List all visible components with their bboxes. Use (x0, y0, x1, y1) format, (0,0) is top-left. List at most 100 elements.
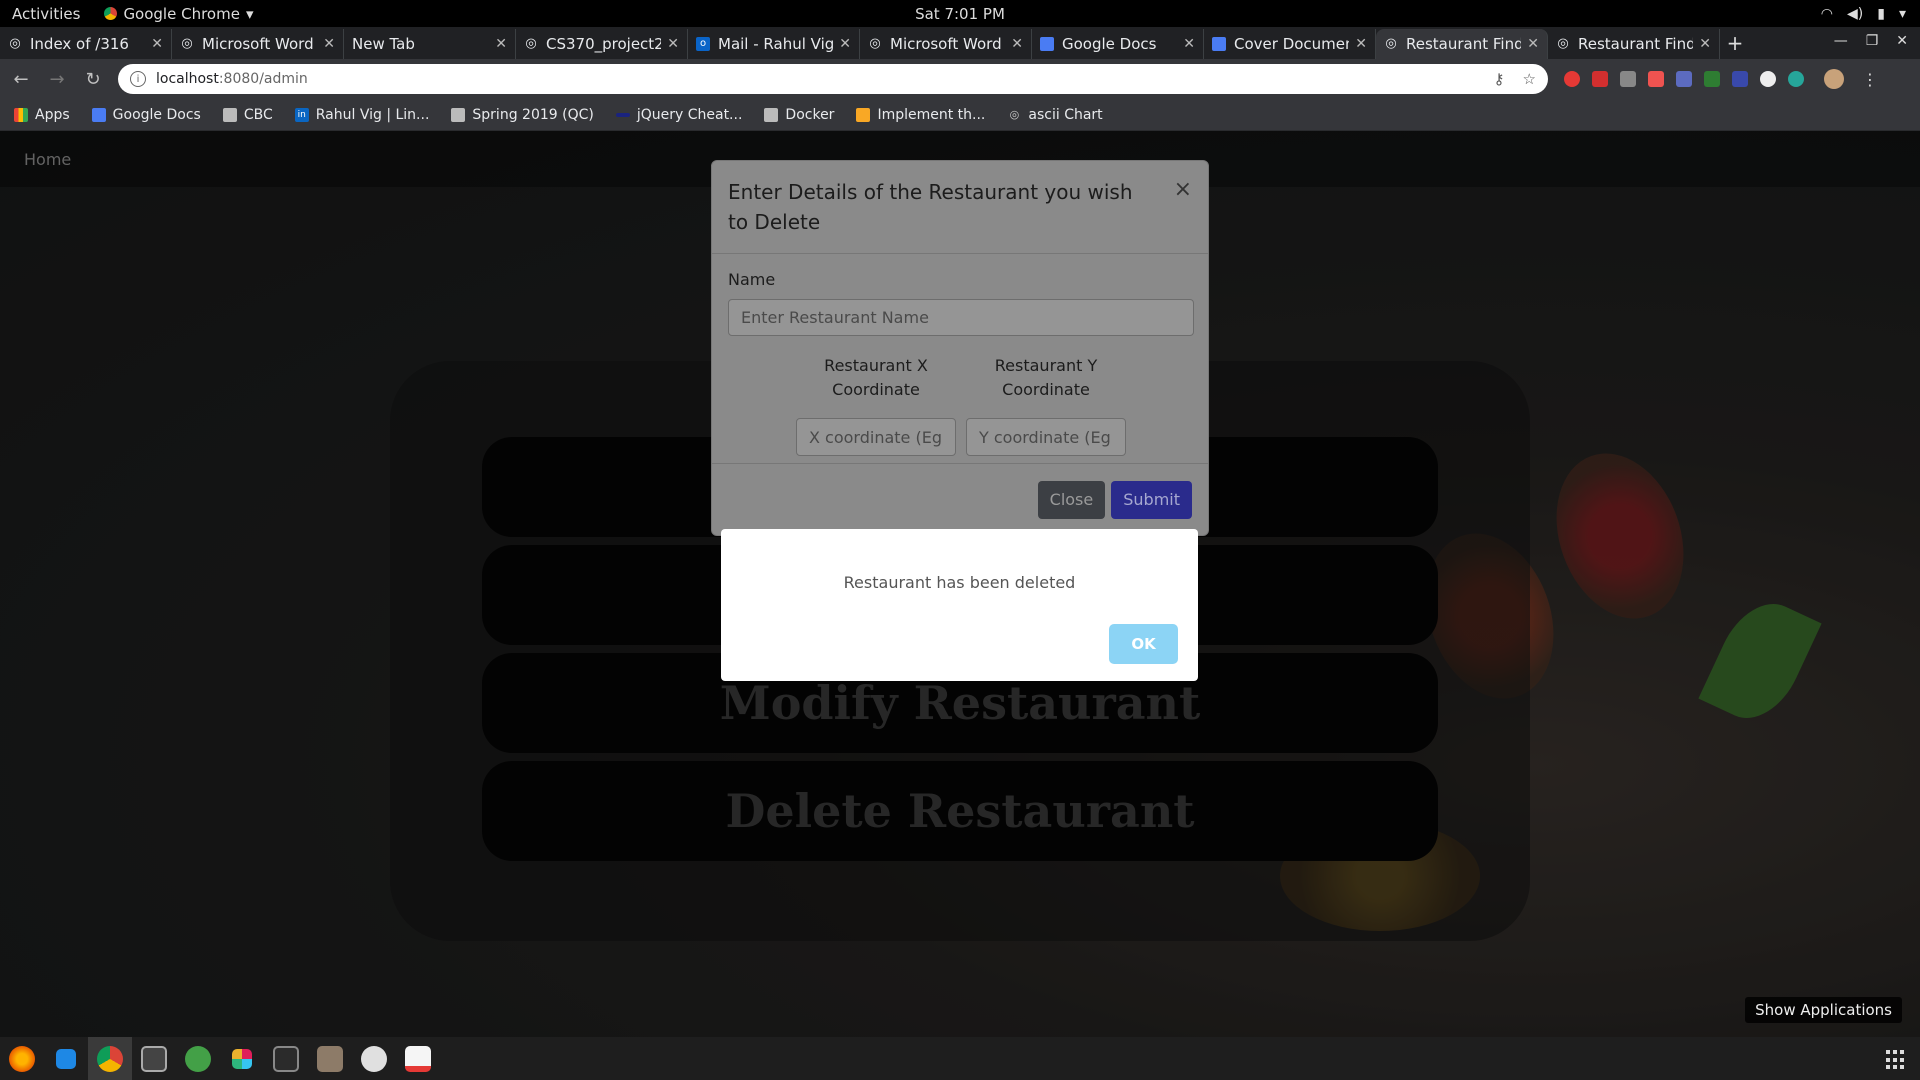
dock-item-terminal[interactable] (264, 1037, 308, 1080)
terminal-icon (273, 1045, 299, 1072)
dock-item-chrome[interactable] (88, 1037, 132, 1080)
tab[interactable]: ◎ Microsoft Word ✕ (172, 29, 344, 59)
close-icon[interactable]: ✕ (839, 36, 851, 52)
key-icon[interactable]: ⚷ (1494, 70, 1505, 88)
close-icon[interactable]: ✕ (323, 36, 335, 52)
tab[interactable]: Google Docs ✕ (1032, 29, 1204, 59)
jquery-icon (615, 112, 630, 117)
y-coordinate-input[interactable]: Y coordinate (Eg (966, 418, 1126, 456)
extension-icon[interactable] (1648, 71, 1664, 87)
tab-title: Restaurant Find (1406, 35, 1522, 53)
close-icon[interactable]: × (1174, 177, 1192, 202)
system-tray[interactable]: ◠ ◀) ▮ ▾ (1821, 6, 1906, 22)
submit-button[interactable]: Submit (1111, 480, 1192, 519)
extension-icon[interactable] (1592, 71, 1608, 87)
activities-button[interactable]: Activities (12, 5, 80, 23)
avatar[interactable] (1824, 69, 1844, 89)
address-bar[interactable]: i localhost:8080/admin ⚷ ☆ (118, 64, 1548, 94)
alert-dialog: Restaurant has been deleted OK (721, 529, 1198, 681)
dock-item-slack[interactable] (220, 1037, 264, 1080)
software-icon (405, 1045, 431, 1072)
folder-icon (451, 107, 466, 122)
folder-icon (764, 107, 779, 122)
close-icon[interactable]: ✕ (1011, 36, 1023, 52)
app-menu[interactable]: Google Chrome ▾ (104, 5, 253, 23)
linkedin-icon: in (294, 107, 309, 122)
maximize-icon[interactable]: ❐ (1866, 33, 1879, 49)
dock-item-spotify[interactable] (176, 1037, 220, 1080)
bookmark-folder[interactable]: Docker (764, 107, 834, 123)
extension-icon[interactable] (1704, 71, 1720, 87)
close-icon[interactable]: ✕ (667, 36, 679, 52)
new-tab-button[interactable]: + (1720, 29, 1750, 59)
modal-body: Name Enter Restaurant Name Restaurant X … (712, 254, 1208, 472)
modal-header: Enter Details of the Restaurant you wish… (712, 161, 1208, 254)
x-coordinate-input[interactable]: X coordinate (Eg (796, 418, 956, 456)
minimize-icon[interactable]: — (1834, 33, 1848, 49)
restaurant-name-input[interactable]: Enter Restaurant Name (728, 299, 1194, 336)
globe-icon: ◎ (869, 36, 881, 51)
url-text[interactable]: localhost:8080/admin (156, 71, 1494, 87)
tab[interactable]: ◎ Index of /316 ✕ (0, 29, 172, 59)
tab[interactable]: Cover Documen ✕ (1204, 29, 1376, 59)
y-coordinate-group: Restaurant Y Coordinate Y coordinate (Eg (966, 354, 1126, 456)
tab-title: Mail - Rahul Vig (718, 35, 834, 53)
bookmark-apps[interactable]: Apps (14, 107, 70, 123)
dock-item-vscode[interactable] (44, 1037, 88, 1080)
bookmark-folder[interactable]: Spring 2019 (QC) (451, 107, 594, 123)
globe-icon: ◎ (1385, 36, 1397, 51)
bookmark-item[interactable]: jQuery Cheat... (615, 107, 742, 123)
close-icon[interactable]: ✕ (495, 36, 507, 52)
extension-icon[interactable] (1620, 71, 1636, 87)
dock-item-files[interactable] (308, 1037, 352, 1080)
close-icon[interactable]: ✕ (151, 36, 163, 52)
bookmark-item[interactable]: ◎ ascii Chart (1007, 107, 1103, 123)
dock-item-software[interactable] (396, 1037, 440, 1080)
bookmark-item[interactable]: Implement th... (856, 107, 985, 123)
back-icon[interactable]: ← (6, 69, 36, 90)
close-icon[interactable]: ✕ (1183, 36, 1195, 52)
dock-item-firefox[interactable] (0, 1037, 44, 1080)
info-icon[interactable]: i (130, 71, 146, 87)
star-icon[interactable]: ☆ (1523, 70, 1536, 88)
tab-title: Microsoft Word (202, 35, 314, 53)
clock[interactable]: Sat 7:01 PM (915, 5, 1005, 23)
show-applications-icon[interactable] (1886, 1050, 1906, 1070)
globe-icon: ◎ (1009, 107, 1020, 121)
dock-item-monitor[interactable] (132, 1037, 176, 1080)
tab[interactable]: o Mail - Rahul Vig ✕ (688, 29, 860, 59)
tab-active[interactable]: ◎ Restaurant Find ✕ (1376, 29, 1548, 59)
tab[interactable]: ◎ Restaurant Find ✕ (1548, 29, 1720, 59)
extension-icon[interactable] (1732, 71, 1748, 87)
tab[interactable]: ◎ CS370_project2 ✕ (516, 29, 688, 59)
close-icon[interactable]: ✕ (1355, 36, 1367, 52)
bookmark-item[interactable]: Google Docs (91, 106, 201, 123)
close-icon[interactable]: ✕ (1527, 36, 1539, 52)
bookmark-label: Google Docs (112, 106, 201, 123)
close-button[interactable]: Close (1037, 480, 1106, 519)
extension-icon[interactable] (1564, 71, 1580, 87)
app-menu-label: Google Chrome (123, 4, 240, 23)
ok-button[interactable]: OK (1109, 624, 1178, 664)
menu-icon[interactable]: ⋮ (1862, 70, 1878, 89)
tab[interactable]: ◎ Microsoft Word ✕ (860, 29, 1032, 59)
battery-icon: ▮ (1877, 5, 1885, 22)
reload-icon[interactable]: ↻ (78, 69, 108, 90)
forward-icon[interactable]: → (42, 69, 72, 90)
extension-icon[interactable] (1676, 71, 1692, 87)
x-coordinate-label: Restaurant X Coordinate (824, 356, 928, 399)
extension-icon[interactable] (1760, 71, 1776, 87)
tab-title: Index of /316 (30, 35, 129, 53)
tab[interactable]: New Tab ✕ (344, 29, 516, 59)
close-icon[interactable]: ✕ (1699, 36, 1711, 52)
close-icon[interactable]: ✕ (1896, 33, 1908, 49)
tab-title: New Tab (352, 35, 415, 53)
coordinate-fields: Restaurant X Coordinate X coordinate (Eg… (796, 354, 1192, 456)
bookmark-folder[interactable]: CBC (222, 107, 273, 123)
dock-item-settings[interactable] (352, 1037, 396, 1080)
slack-icon (232, 1048, 252, 1069)
extension-icon[interactable] (1788, 71, 1804, 87)
wifi-icon: ◠ (1820, 5, 1834, 22)
bookmark-item[interactable]: in Rahul Vig | Lin... (294, 107, 429, 123)
chevron-down-icon: ▾ (245, 4, 254, 23)
